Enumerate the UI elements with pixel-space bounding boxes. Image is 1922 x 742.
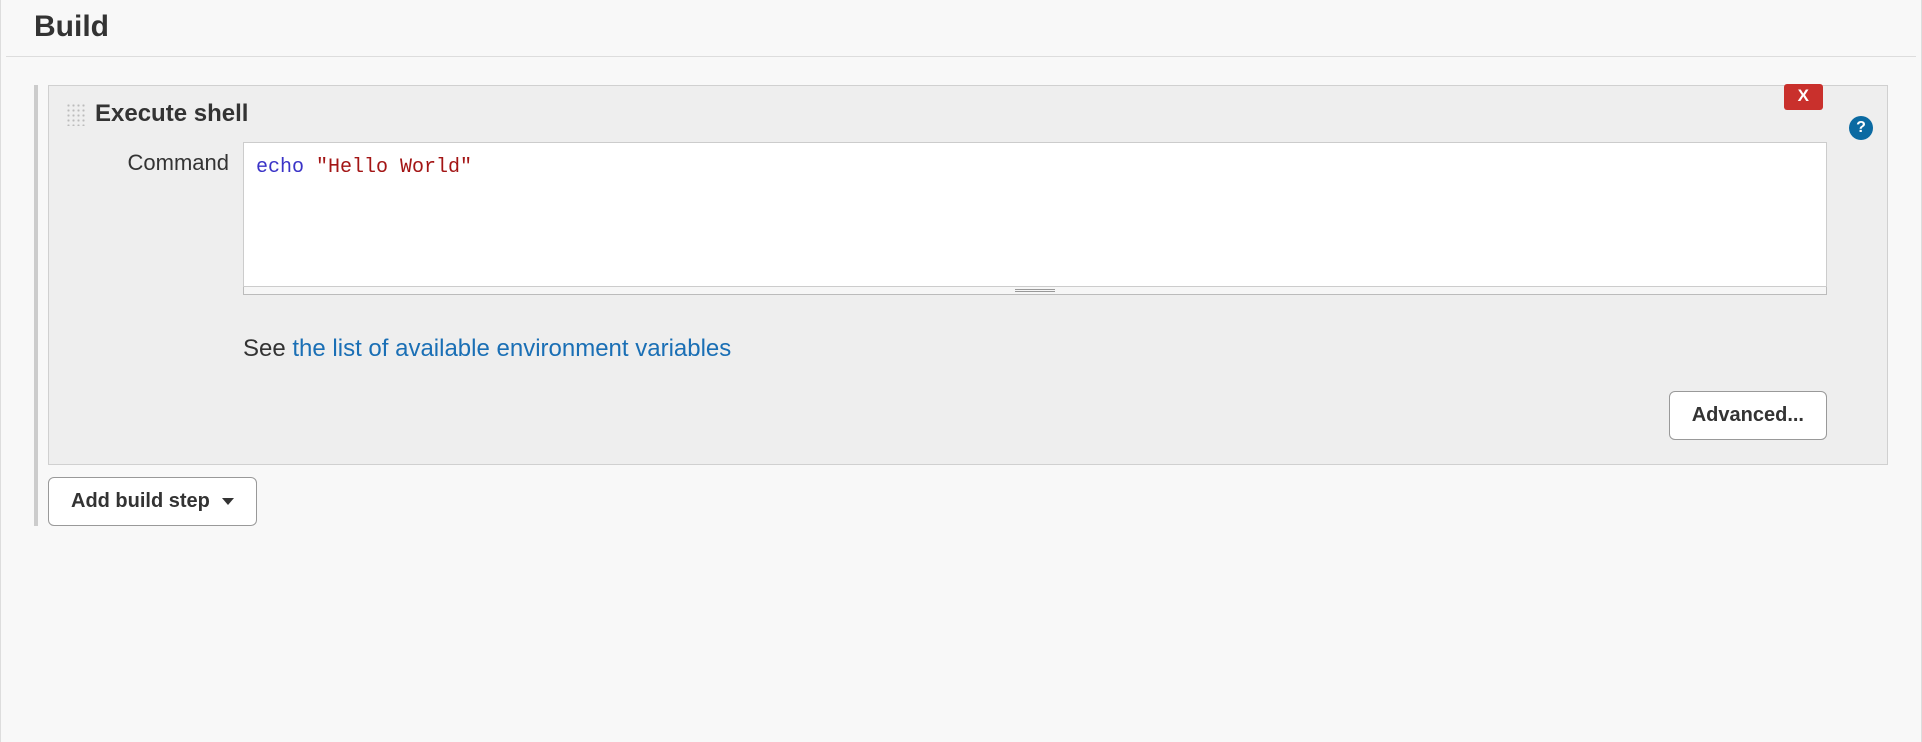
advanced-row: Advanced... bbox=[243, 391, 1827, 440]
command-editor-wrap: echo "Hello World" See the list of avail… bbox=[243, 142, 1827, 440]
execute-shell-step: X ? Execute shell Command echo "Hello Wo… bbox=[48, 85, 1888, 465]
code-string: "Hello World" bbox=[316, 156, 472, 179]
build-config-page: Build X ? Execute shell Command echo "He… bbox=[0, 0, 1922, 742]
build-body: X ? Execute shell Command echo "Hello Wo… bbox=[34, 85, 1888, 526]
add-step-row: Add build step bbox=[48, 477, 1888, 526]
step-title: Execute shell bbox=[95, 100, 248, 128]
step-header: Execute shell bbox=[49, 86, 1887, 142]
build-section: X ? Execute shell Command echo "Hello Wo… bbox=[6, 85, 1916, 556]
resize-handle[interactable] bbox=[243, 287, 1827, 295]
command-input[interactable]: echo "Hello World" bbox=[243, 142, 1827, 287]
chevron-down-icon bbox=[222, 498, 234, 505]
step-content: Command echo "Hello World" See the list … bbox=[49, 142, 1887, 464]
command-field-row: Command echo "Hello World" See the list … bbox=[109, 142, 1827, 440]
drag-handle-icon[interactable] bbox=[65, 102, 85, 126]
add-build-step-button[interactable]: Add build step bbox=[48, 477, 257, 526]
advanced-button[interactable]: Advanced... bbox=[1669, 391, 1827, 440]
help-prefix: See bbox=[243, 335, 292, 362]
env-vars-help-text: See the list of available environment va… bbox=[243, 335, 1827, 363]
env-vars-link[interactable]: the list of available environment variab… bbox=[292, 335, 731, 362]
build-section-title: Build bbox=[6, 0, 1916, 57]
command-label: Command bbox=[109, 142, 229, 176]
add-build-step-label: Add build step bbox=[71, 490, 210, 513]
code-keyword: echo bbox=[256, 156, 304, 179]
